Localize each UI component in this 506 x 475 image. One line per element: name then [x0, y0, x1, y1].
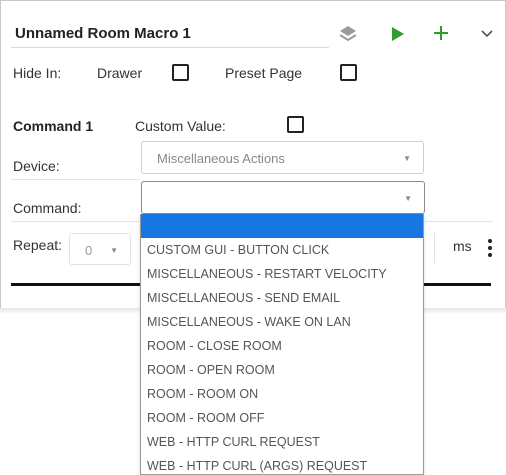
- dropdown-option[interactable]: MISCELLANEOUS - SEND EMAIL: [141, 286, 423, 310]
- title-underline: [11, 47, 329, 48]
- command-dropdown-list[interactable]: CUSTOM GUI - BUTTON CLICK MISCELLANEOUS …: [140, 214, 424, 475]
- dropdown-option[interactable]: WEB - HTTP CURL (ARGS) REQUEST: [141, 454, 423, 474]
- delay-input[interactable]: [425, 233, 435, 263]
- drawer-label: Drawer: [97, 65, 143, 81]
- command-label: Command:: [13, 200, 82, 216]
- dropdown-option[interactable]: ROOM - ROOM ON: [141, 382, 423, 406]
- dropdown-option[interactable]: ROOM - OPEN ROOM: [141, 358, 423, 382]
- preset-page-checkbox[interactable]: [340, 64, 357, 81]
- plus-icon[interactable]: [429, 19, 453, 47]
- device-underline: [11, 179, 139, 180]
- dropdown-option[interactable]: MISCELLANEOUS - RESTART VELOCITY: [141, 262, 423, 286]
- dropdown-option[interactable]: ROOM - ROOM OFF: [141, 406, 423, 430]
- command-select[interactable]: ▼: [141, 181, 425, 214]
- repeat-select-value: 0: [85, 243, 93, 258]
- play-icon[interactable]: [387, 23, 409, 45]
- custom-value-checkbox[interactable]: [287, 116, 304, 133]
- more-options-icon[interactable]: [485, 236, 495, 260]
- drawer-checkbox[interactable]: [172, 64, 189, 81]
- custom-value-label: Custom Value:: [135, 118, 226, 134]
- chevron-down-icon[interactable]: [476, 23, 498, 45]
- preset-page-label: Preset Page: [225, 65, 303, 81]
- device-label: Device:: [13, 158, 60, 174]
- ms-unit-label: ms: [453, 238, 472, 254]
- device-select-value: Miscellaneous Actions: [157, 151, 285, 166]
- dropdown-option[interactable]: ROOM - CLOSE ROOM: [141, 334, 423, 358]
- dropdown-option[interactable]: [141, 214, 423, 238]
- macro-title: Unnamed Room Macro 1: [15, 25, 191, 42]
- caret-down-icon: ▼: [403, 154, 411, 163]
- layers-icon[interactable]: [337, 23, 359, 45]
- hide-in-label: Hide In:: [13, 65, 62, 81]
- dropdown-option[interactable]: MISCELLANEOUS - WAKE ON LAN: [141, 310, 423, 334]
- repeat-label: Repeat:: [13, 237, 63, 253]
- command-underline-right: [425, 221, 493, 222]
- command-underline: [11, 221, 139, 222]
- caret-down-icon: ▼: [110, 246, 118, 255]
- device-select[interactable]: Miscellaneous Actions ▼: [141, 141, 424, 174]
- dropdown-option[interactable]: WEB - HTTP CURL REQUEST: [141, 430, 423, 454]
- command-heading: Command 1: [13, 118, 94, 134]
- caret-down-icon: ▼: [404, 194, 412, 203]
- repeat-select[interactable]: 0 ▼: [69, 233, 131, 265]
- dropdown-option[interactable]: CUSTOM GUI - BUTTON CLICK: [141, 238, 423, 262]
